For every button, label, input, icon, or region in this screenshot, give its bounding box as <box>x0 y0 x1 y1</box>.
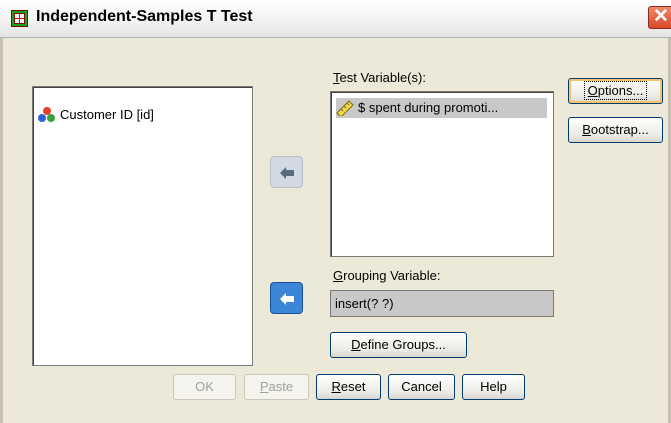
source-variable-list[interactable]: Customer ID [id] <box>32 86 253 366</box>
window-title: Independent-Samples T Test <box>36 8 253 25</box>
t-test-dialog: Independent-Samples T Test ✕ Customer ID… <box>0 0 671 423</box>
grouping-variable-label: Grouping Variable: <box>333 268 441 283</box>
arrow-left-icon <box>280 167 294 179</box>
source-variable-label: Customer ID [id] <box>60 107 154 122</box>
cancel-button[interactable]: Cancel <box>388 374 455 400</box>
close-icon: ✕ <box>653 6 669 27</box>
paste-button[interactable]: Paste <box>244 374 309 400</box>
bootstrap-button[interactable]: Bootstrap... <box>568 117 663 143</box>
reset-button[interactable]: Reset <box>316 374 381 400</box>
close-button[interactable]: ✕ <box>648 6 671 29</box>
grouping-variable-field[interactable]: insert(? ?) <box>330 290 554 317</box>
test-variable-label: $ spent during promoti... <box>358 100 499 115</box>
move-to-grouping-variable-button[interactable] <box>270 282 303 314</box>
test-variable-item[interactable]: $ spent during promoti... <box>336 98 547 118</box>
move-to-test-variables-button[interactable] <box>270 156 303 188</box>
arrow-left-icon <box>280 293 294 305</box>
dialog-app-icon <box>11 10 28 27</box>
title-bar: Independent-Samples T Test ✕ <box>0 0 671 38</box>
help-button[interactable]: Help <box>462 374 525 400</box>
define-groups-button[interactable]: Define Groups... <box>330 332 467 358</box>
nominal-variable-icon <box>38 107 56 123</box>
test-variables-label: Test Variable(s): <box>333 70 426 85</box>
scale-variable-icon <box>336 100 354 116</box>
ok-button[interactable]: OK <box>173 374 236 400</box>
options-button[interactable]: Options... <box>568 78 663 104</box>
test-variables-list[interactable]: $ spent during promoti... <box>330 91 554 257</box>
